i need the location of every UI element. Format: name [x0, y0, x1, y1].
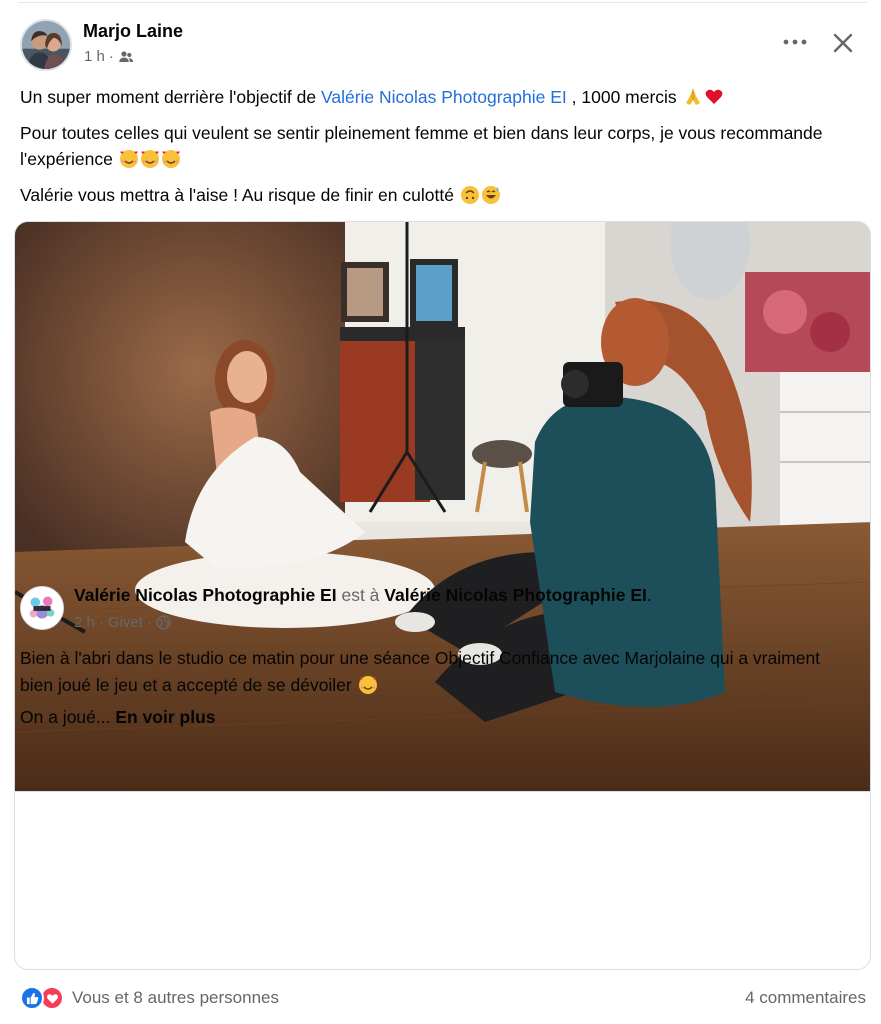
post-line-2: Pour toutes celles qui veulent se sentir…	[20, 120, 850, 172]
comments-count[interactable]: 4 commentaires	[745, 988, 866, 1008]
shared-page-name[interactable]: Valérie Nicolas Photographie EI	[74, 585, 337, 605]
friends-icon[interactable]	[118, 49, 134, 65]
author-avatar[interactable]	[20, 19, 72, 71]
shared-place[interactable]: Givet	[108, 614, 143, 631]
shared-post-meta: 2 h · Givet ·	[74, 614, 171, 631]
shared-sep-1: ·	[98, 614, 104, 631]
shared-post-header: Valérie Nicolas Photographie EI est à Va…	[74, 585, 652, 606]
shared-text-body: Bien à l'abri dans le studio ce matin po…	[20, 648, 821, 695]
smiling-face-with-hearts-emoji	[119, 150, 138, 168]
post-photo[interactable]	[15, 222, 870, 791]
shared-more-line: On a joué... En voir plus	[20, 707, 216, 728]
page-avatar[interactable]	[20, 586, 64, 630]
smiling-face-with-hearts-emoji	[140, 150, 159, 168]
globe-icon[interactable]	[156, 615, 171, 630]
reactors-text[interactable]: Vous et 8 autres personnes	[72, 988, 279, 1008]
like-icon	[20, 986, 44, 1010]
more-options-button[interactable]	[780, 27, 810, 57]
avatar-image	[22, 21, 70, 69]
reactions-summary[interactable]: Vous et 8 autres personnes	[20, 986, 279, 1010]
close-icon	[833, 33, 853, 53]
card-divider	[15, 791, 870, 792]
page-logo-image	[21, 587, 63, 629]
post-body: Un super moment derrière l'objectif de V…	[20, 84, 850, 218]
shared-location-page[interactable]: Valérie Nicolas Photographie EI	[384, 585, 647, 605]
shared-sep-2: ·	[146, 614, 152, 631]
upside-down-face-emoji	[460, 186, 479, 204]
top-divider	[18, 2, 867, 3]
folded-hands-emoji	[685, 89, 700, 105]
smiling-face-with-hearts-emoji	[161, 150, 180, 168]
red-heart-emoji	[705, 89, 722, 104]
post-line-3-text: Valérie vous mettra à l'aise ! Au risque…	[20, 185, 454, 205]
post-line-1-end: , 1000 mercis	[566, 87, 677, 107]
author-name[interactable]: Marjo Laine	[83, 21, 183, 42]
shared-connector: est à	[341, 585, 380, 605]
post-time[interactable]: 1 h	[84, 48, 105, 65]
shared-more-prefix: On a joué...	[20, 707, 116, 727]
post-line-1: Un super moment derrière l'objectif de V…	[20, 84, 850, 110]
shared-post-text: Bien à l'abri dans le studio ce matin po…	[20, 645, 840, 699]
post-meta: 1 h ·	[84, 48, 134, 65]
shared-period: .	[646, 585, 652, 605]
meta-separator: ·	[108, 48, 114, 65]
more-dots-icon	[783, 39, 807, 45]
tagged-page-link[interactable]: Valérie Nicolas Photographie EI	[321, 87, 567, 107]
grinning-sweat-emoji	[481, 186, 500, 204]
see-more-link[interactable]: En voir plus	[115, 707, 215, 727]
shared-time[interactable]: 2 h	[74, 614, 95, 631]
close-button[interactable]	[828, 28, 858, 58]
post-line-1-text: Un super moment derrière l'objectif de	[20, 87, 321, 107]
smiling-face-with-hearts-emoji	[358, 676, 377, 694]
photo-image	[15, 222, 870, 791]
post-line-3: Valérie vous mettra à l'aise ! Au risque…	[20, 182, 850, 208]
